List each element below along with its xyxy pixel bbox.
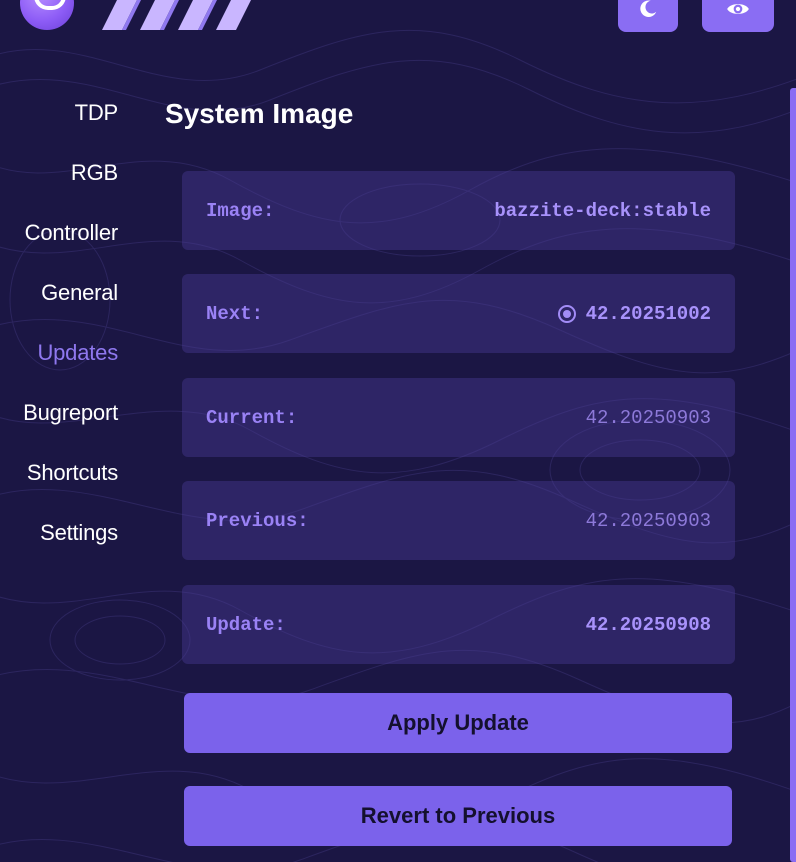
- sidebar-item-bugreport[interactable]: Bugreport: [0, 390, 118, 450]
- image-row: Image: bazzite-deck:stable: [182, 171, 735, 250]
- revert-to-previous-button[interactable]: Revert to Previous: [184, 786, 732, 846]
- image-label: Image:: [206, 199, 275, 222]
- current-label: Current:: [206, 406, 298, 429]
- sidebar-item-rgb[interactable]: RGB: [0, 150, 118, 210]
- sidebar-item-general[interactable]: General: [0, 270, 118, 330]
- page-title: System Image: [165, 98, 354, 129]
- eye-icon: [727, 4, 749, 14]
- update-label: Update:: [206, 613, 286, 636]
- theme-toggle-button[interactable]: [618, 0, 678, 32]
- apply-update-button[interactable]: Apply Update: [184, 693, 732, 753]
- sidebar-item-tdp[interactable]: TDP: [0, 90, 119, 150]
- sidebar-item-shortcuts[interactable]: Shortcuts: [0, 450, 118, 510]
- next-row[interactable]: Next: 42.20251002: [182, 274, 735, 353]
- previous-row: Previous: 42.20250903: [182, 481, 735, 560]
- next-value-container: 42.20251002: [557, 302, 711, 325]
- sidebar-nav: TDP RGB Controller General Updates Bugre…: [0, 90, 118, 570]
- next-radio-button[interactable]: [557, 304, 576, 323]
- brand-wordmark: [102, 0, 251, 30]
- previous-value: 42.20250903: [585, 509, 711, 532]
- visibility-toggle-button[interactable]: [702, 0, 774, 32]
- current-row: Current: 42.20250903: [182, 378, 735, 457]
- scrollbar[interactable]: [790, 88, 796, 862]
- app-logo: [20, 0, 74, 30]
- moon-icon: [640, 0, 657, 17]
- image-value: bazzite-deck:stable: [494, 199, 711, 222]
- app-window: TDP RGB Controller General Updates Bugre…: [0, 0, 796, 862]
- sidebar-item-updates[interactable]: Updates: [0, 330, 118, 390]
- next-value: 42.20251002: [585, 302, 711, 325]
- sidebar-item-settings[interactable]: Settings: [0, 510, 118, 570]
- next-label: Next:: [206, 302, 264, 325]
- current-value: 42.20250903: [585, 406, 711, 429]
- update-row: Update: 42.20250908: [182, 585, 735, 664]
- sidebar-item-controller[interactable]: Controller: [0, 210, 119, 270]
- previous-label: Previous:: [206, 509, 309, 532]
- update-value: 42.20250908: [585, 613, 711, 636]
